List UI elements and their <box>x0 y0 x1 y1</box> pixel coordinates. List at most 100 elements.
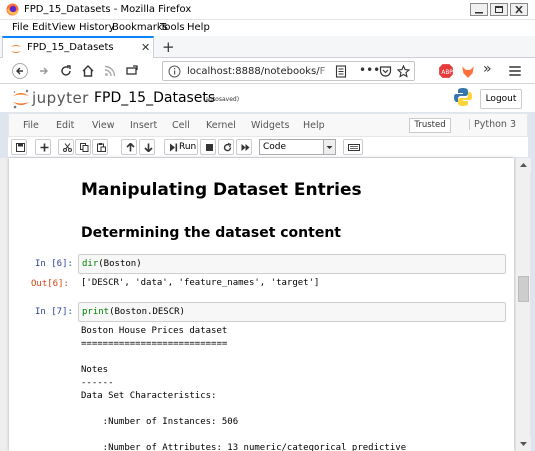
url-main: localhost:8888/notebooks/ <box>187 66 320 77</box>
command-palette-button[interactable] <box>343 139 363 155</box>
nb-menu-help[interactable]: Help <box>303 120 325 131</box>
tab-close-icon[interactable]: ✕ <box>141 41 150 54</box>
tab-strip: FPD_15_Datasets ✕ + <box>0 36 535 59</box>
logout-button[interactable]: Logout <box>480 89 522 109</box>
step-forward-icon <box>170 143 178 152</box>
scroll-down-icon[interactable] <box>516 437 531 451</box>
close-window-button[interactable] <box>510 3 528 16</box>
extension-abp-icon[interactable]: ABP <box>438 63 454 79</box>
jupyter-header: jupyter FPD_15_Datasets (autosaved) Logo… <box>0 84 535 112</box>
menu-help[interactable]: Help <box>187 22 210 33</box>
move-up-button[interactable] <box>121 139 137 155</box>
scroll-up-icon[interactable] <box>516 158 531 172</box>
nb-menu-view[interactable]: View <box>92 120 115 131</box>
overflow-menu-icon[interactable]: » <box>483 61 499 77</box>
menu-view[interactable]: View <box>52 22 76 33</box>
nb-menu-file[interactable]: File <box>23 120 39 131</box>
reader-view-icon[interactable] <box>335 65 347 78</box>
new-tab-icon[interactable]: + <box>162 38 175 56</box>
maximize-button[interactable] <box>490 3 508 16</box>
heading-sub: Determining the dataset content <box>81 225 341 241</box>
cell1-code-input[interactable]: dir(Boston) <box>78 254 506 274</box>
autosave-status: (autosaved) <box>203 96 240 103</box>
cell1-output: ['DESCR', 'data', 'feature_names', 'targ… <box>81 278 320 288</box>
python-logo-icon <box>454 88 472 106</box>
scrollbar-thumb[interactable] <box>518 276 529 302</box>
nb-menu-cell[interactable]: Cell <box>172 120 190 131</box>
menu-tools[interactable]: Tools <box>160 22 185 33</box>
jupyter-favicon-icon <box>11 45 21 53</box>
insert-cell-button[interactable] <box>35 139 51 155</box>
notebook-toolbar: Run Code <box>8 137 528 157</box>
svg-text:ABP: ABP <box>441 70 453 76</box>
menu-file[interactable]: File <box>12 22 29 33</box>
paste-button[interactable] <box>92 139 108 155</box>
close-icon <box>515 6 523 14</box>
run-label: Run <box>179 142 197 152</box>
scissors-icon <box>63 143 72 152</box>
save-icon <box>16 143 25 152</box>
home-icon[interactable] <box>80 63 96 79</box>
cell1-input-prompt: In [6]: <box>35 259 73 269</box>
hamburger-menu-icon[interactable] <box>507 63 523 79</box>
firefox-icon <box>6 3 19 16</box>
notebook-scrollbar[interactable] <box>515 158 531 451</box>
navigation-bar: localhost:8888/notebooks/F ••• ABP » <box>0 58 535 84</box>
info-icon[interactable] <box>168 65 181 78</box>
arrow-up-icon <box>126 143 135 152</box>
page-actions-icon[interactable]: ••• <box>359 63 380 77</box>
screenshot-icon[interactable] <box>124 63 140 79</box>
copy-button[interactable] <box>75 139 91 155</box>
cell2-code-input[interactable]: print(Boston.DESCR) <box>78 302 506 322</box>
notebook-page: Manipulating Dataset Entries Determining… <box>9 158 514 451</box>
jupyter-logo-icon[interactable] <box>12 88 30 110</box>
minimize-button[interactable] <box>470 3 488 16</box>
cell-type-select[interactable]: Code <box>259 139 336 155</box>
restart-kernel-button[interactable] <box>218 139 234 155</box>
maximize-icon <box>495 6 503 13</box>
cell2-code-args: (Boston.DESCR) <box>109 307 185 317</box>
cut-button[interactable] <box>58 139 74 155</box>
cell1-output-prompt: Out[6]: <box>31 279 69 289</box>
move-down-button[interactable] <box>139 139 155 155</box>
save-button[interactable] <box>11 139 27 155</box>
rss-icon[interactable] <box>102 63 118 79</box>
nb-menu-edit[interactable]: Edit <box>56 120 74 131</box>
minimize-icon <box>475 12 483 14</box>
extension-fox-icon[interactable] <box>460 63 476 79</box>
menu-edit[interactable]: Edit <box>32 22 51 33</box>
notebook-menubar: File Edit View Insert Cell Kernel Widget… <box>8 113 528 137</box>
cell-type-value: Code <box>263 142 287 152</box>
address-bar[interactable]: localhost:8888/notebooks/F ••• <box>162 61 415 81</box>
menu-history[interactable]: History <box>79 22 115 33</box>
arrow-down-icon <box>144 143 153 152</box>
cell1-code-args: (Boston) <box>98 259 142 269</box>
notebook-name[interactable]: FPD_15_Datasets <box>94 90 215 106</box>
nb-menu-insert[interactable]: Insert <box>130 120 157 131</box>
trusted-indicator[interactable]: Trusted <box>409 118 451 133</box>
back-icon[interactable] <box>12 63 28 79</box>
browser-tab[interactable]: FPD_15_Datasets ✕ <box>2 36 154 59</box>
reload-icon[interactable] <box>58 63 74 79</box>
url-truncated: F <box>319 66 326 77</box>
copy-icon <box>80 143 89 152</box>
restart-run-all-button[interactable] <box>236 139 252 155</box>
window-titlebar: FPD_15_Datasets - Mozilla Firefox <box>0 0 535 20</box>
run-button[interactable]: Run <box>164 139 198 155</box>
tab-title: FPD_15_Datasets <box>27 42 114 53</box>
cell2-output: Boston House Prices dataset ============… <box>81 326 407 451</box>
browser-menubar: File Edit View History Bookmarks Tools H… <box>0 20 535 36</box>
url-text: localhost:8888/notebooks/F <box>187 66 337 77</box>
keyboard-icon <box>348 144 360 151</box>
nb-menu-kernel[interactable]: Kernel <box>206 120 236 131</box>
fast-forward-icon <box>241 144 250 151</box>
pocket-icon[interactable] <box>379 65 392 78</box>
forward-icon[interactable] <box>36 63 52 79</box>
chevron-down-icon <box>323 140 335 154</box>
bookmark-star-icon[interactable] <box>397 65 410 78</box>
nb-menu-widgets[interactable]: Widgets <box>251 120 289 131</box>
heading-main: Manipulating Dataset Entries <box>81 180 362 200</box>
cell1-code-builtin: dir <box>82 259 99 269</box>
interrupt-kernel-button[interactable] <box>200 139 216 155</box>
restart-icon <box>223 143 232 152</box>
